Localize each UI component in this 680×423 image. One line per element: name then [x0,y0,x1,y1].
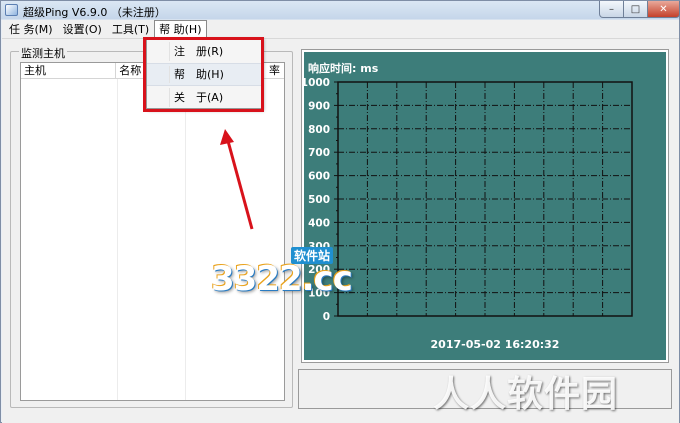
chart-x-label: 2017-05-02 16:20:32 [431,338,560,351]
menu-item-about[interactable]: 关 于(A) [147,86,261,109]
chart-canvas: 响应时间: ms01002003004005006007008009001000… [304,61,633,351]
menu-item-register-label: 注 册(R) [174,45,224,58]
list-body [21,79,284,400]
close-button[interactable]: ✕ [647,1,680,18]
y-tick-label: 800 [308,124,330,136]
menu-settings[interactable]: 设置(O) [58,20,107,38]
minimize-button[interactable]: – [599,1,624,18]
column-divider [185,79,186,400]
window-title: 超级Ping V6.9.0 （未注册） [23,6,166,19]
chart-panel: 响应时间: ms01002003004005006007008009001000… [301,49,669,363]
watermark-3322-logo: 3322.cc [211,259,353,299]
app-icon [5,4,18,16]
menu-item-register[interactable]: 注 册(R) [147,40,261,63]
y-tick-label: 1000 [304,77,330,89]
menu-task[interactable]: 任 务(M) [4,20,58,38]
menu-bar: 任 务(M) 设置(O) 工具(T) 帮 助(H) [2,20,679,39]
menu-gutter [169,42,170,61]
y-tick-label: 0 [323,311,330,323]
help-dropdown-menu: 注 册(R) 帮 助(H) 关 于(A) [146,37,262,109]
menu-item-help[interactable]: 帮 助(H) [147,63,261,86]
title-bar[interactable]: 超级Ping V6.9.0 （未注册） – □ ✕ [1,1,680,20]
response-time-chart: 响应时间: ms01002003004005006007008009001000… [304,52,666,360]
y-tick-label: 400 [308,217,330,229]
y-tick-label: 900 [308,100,330,112]
menu-item-help-label: 帮 助(H) [174,68,224,81]
chart-title: 响应时间: ms [308,61,379,75]
y-tick-label: 700 [308,147,330,159]
menu-gutter [169,88,170,107]
column-header-host[interactable]: 主机 [21,63,117,78]
menu-gutter [169,66,170,83]
monitor-group-label: 监测主机 [19,45,67,61]
menu-tools[interactable]: 工具(T) [107,20,154,38]
column-divider [117,79,118,400]
maximize-button[interactable]: □ [623,1,648,18]
watermark-renren: 人人软件园 [433,374,619,415]
host-list[interactable]: 主机 名称 率 [20,62,285,401]
menu-help[interactable]: 帮 助(H) [154,20,207,38]
app-window: 超级Ping V6.9.0 （未注册） – □ ✕ 任 务(M) 设置(O) 工… [0,0,680,423]
y-tick-label: 500 [308,194,330,206]
y-tick-label: 600 [308,171,330,183]
menu-item-about-label: 关 于(A) [174,91,224,104]
